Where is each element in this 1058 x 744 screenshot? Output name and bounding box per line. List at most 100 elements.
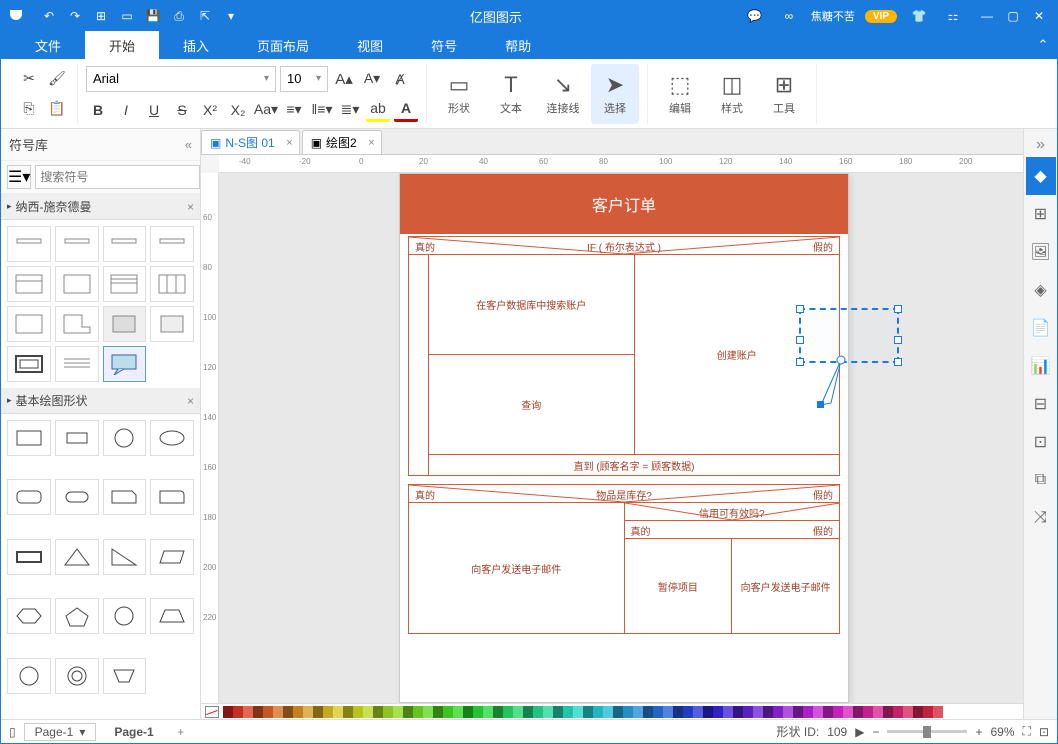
ns-shape-4[interactable] xyxy=(150,226,194,262)
collapse-ribbon-icon[interactable]: ⌃ xyxy=(1029,31,1057,59)
color-swatch[interactable] xyxy=(593,706,603,718)
ns-shape-callout[interactable] xyxy=(103,346,147,382)
ns-shape-6[interactable] xyxy=(55,266,99,302)
highlight-button[interactable]: ab xyxy=(366,98,390,122)
color-swatch[interactable] xyxy=(393,706,403,718)
tool-connector[interactable]: ↘连接线 xyxy=(539,64,587,124)
menu-layout[interactable]: 页面布局 xyxy=(233,31,333,59)
color-swatch[interactable] xyxy=(363,706,373,718)
color-palette[interactable]: document.write(Array.from({length:72},(_… xyxy=(201,703,1023,719)
color-swatch[interactable] xyxy=(233,706,243,718)
rtool-image[interactable]: 🖼 xyxy=(1026,233,1056,271)
ns-shape-14[interactable] xyxy=(55,346,99,382)
play-icon[interactable]: ▶ xyxy=(855,725,864,739)
color-swatch[interactable] xyxy=(743,706,753,718)
color-swatch[interactable] xyxy=(573,706,583,718)
basic-process[interactable] xyxy=(7,539,51,575)
rtool-page[interactable]: 📄 xyxy=(1026,309,1056,347)
ns-shape-13[interactable] xyxy=(7,346,51,382)
basic-roundrect[interactable] xyxy=(7,479,51,515)
export-button[interactable]: ⇱ xyxy=(193,4,217,28)
undo-button[interactable]: ↶ xyxy=(37,4,61,28)
tool-shape[interactable]: ▭形状 xyxy=(435,64,483,124)
apps-icon[interactable]: ⚏ xyxy=(941,4,965,28)
category-ns[interactable]: 纳西-施奈德曼× xyxy=(1,194,200,220)
color-swatch[interactable] xyxy=(533,706,543,718)
collapse-shapes-icon[interactable]: « xyxy=(185,137,192,152)
basic-roundrect2[interactable] xyxy=(55,479,99,515)
clear-format-button[interactable]: Ⱥ xyxy=(388,67,412,91)
rtool-table[interactable]: ⊟ xyxy=(1026,385,1056,423)
fit-page-icon[interactable]: ⛶ xyxy=(1023,724,1031,739)
color-swatch[interactable] xyxy=(693,706,703,718)
basic-snip2[interactable] xyxy=(150,479,194,515)
close-tab2-icon[interactable]: × xyxy=(368,137,374,149)
color-swatch[interactable] xyxy=(493,706,503,718)
color-swatch[interactable] xyxy=(223,706,233,718)
bullets-button[interactable]: ≡▾ xyxy=(282,98,306,122)
rtool-format[interactable]: ◆ xyxy=(1026,157,1056,195)
color-swatch[interactable] xyxy=(903,706,913,718)
color-swatch[interactable] xyxy=(613,706,623,718)
ns-shape-8[interactable] xyxy=(150,266,194,302)
color-swatch[interactable] xyxy=(923,706,933,718)
fullscreen-icon[interactable]: ⊡ xyxy=(1039,725,1049,739)
ns-shape-3[interactable] xyxy=(103,226,147,262)
basic-pentagon[interactable] xyxy=(55,598,99,634)
align-button[interactable]: ≣▾ xyxy=(338,98,362,122)
color-swatch[interactable] xyxy=(933,706,943,718)
close-tab1-icon[interactable]: × xyxy=(286,137,292,149)
user-name[interactable]: 焦糖不苦 xyxy=(811,8,855,24)
color-swatch[interactable] xyxy=(413,706,423,718)
color-swatch[interactable] xyxy=(863,706,873,718)
case-button[interactable]: Aa▾ xyxy=(254,98,278,122)
basic-donut[interactable] xyxy=(55,658,99,694)
color-swatch[interactable] xyxy=(373,706,383,718)
copy-button[interactable]: ⎘ xyxy=(17,97,41,121)
color-swatch[interactable] xyxy=(353,706,363,718)
superscript-button[interactable]: X² xyxy=(198,98,222,122)
print-button[interactable]: ⎙ xyxy=(167,4,191,28)
basic-parallelogram[interactable] xyxy=(150,539,194,575)
ns-shape-10[interactable] xyxy=(55,306,99,342)
color-swatch[interactable] xyxy=(783,706,793,718)
color-swatch[interactable] xyxy=(763,706,773,718)
no-color[interactable] xyxy=(205,706,219,718)
category-basic[interactable]: 基本绘图形状× xyxy=(1,388,200,414)
zoom-slider[interactable] xyxy=(887,730,967,733)
color-swatch[interactable] xyxy=(603,706,613,718)
menu-insert[interactable]: 插入 xyxy=(159,31,233,59)
tool-select[interactable]: ➤选择 xyxy=(591,64,639,124)
rtool-random[interactable]: ⤨ xyxy=(1026,499,1056,537)
qat-more-button[interactable]: ▾ xyxy=(219,4,243,28)
color-swatch[interactable] xyxy=(913,706,923,718)
color-swatch[interactable] xyxy=(663,706,673,718)
color-swatch[interactable] xyxy=(473,706,483,718)
minimize-button[interactable]: — xyxy=(975,4,999,28)
color-swatch[interactable] xyxy=(563,706,573,718)
close-cat2-icon[interactable]: × xyxy=(187,394,194,408)
menu-help[interactable]: 帮助 xyxy=(481,31,555,59)
page-tab[interactable]: Page-1 xyxy=(104,723,163,741)
rtool-group[interactable]: ⧉ xyxy=(1026,461,1056,499)
color-swatch[interactable] xyxy=(713,706,723,718)
basic-trap2[interactable] xyxy=(103,658,147,694)
menu-view[interactable]: 视图 xyxy=(333,31,407,59)
color-swatch[interactable] xyxy=(523,706,533,718)
color-swatch[interactable] xyxy=(253,706,263,718)
ns-shape-5[interactable] xyxy=(7,266,51,302)
close-button[interactable]: ✕ xyxy=(1027,4,1051,28)
feedback-icon[interactable]: 💬 xyxy=(743,4,767,28)
color-swatch[interactable] xyxy=(283,706,293,718)
zoom-in-button[interactable]: + xyxy=(975,725,982,739)
color-swatch[interactable] xyxy=(583,706,593,718)
tool-style[interactable]: ◫样式 xyxy=(708,64,756,124)
color-swatch[interactable] xyxy=(883,706,893,718)
selected-shape[interactable] xyxy=(799,308,899,363)
bold-button[interactable]: B xyxy=(86,98,110,122)
linespacing-button[interactable]: ‖≡▾ xyxy=(310,98,334,122)
vip-badge[interactable]: VIP xyxy=(865,10,897,23)
color-swatch[interactable] xyxy=(703,706,713,718)
color-swatch[interactable] xyxy=(853,706,863,718)
save-button[interactable]: 💾 xyxy=(141,4,165,28)
